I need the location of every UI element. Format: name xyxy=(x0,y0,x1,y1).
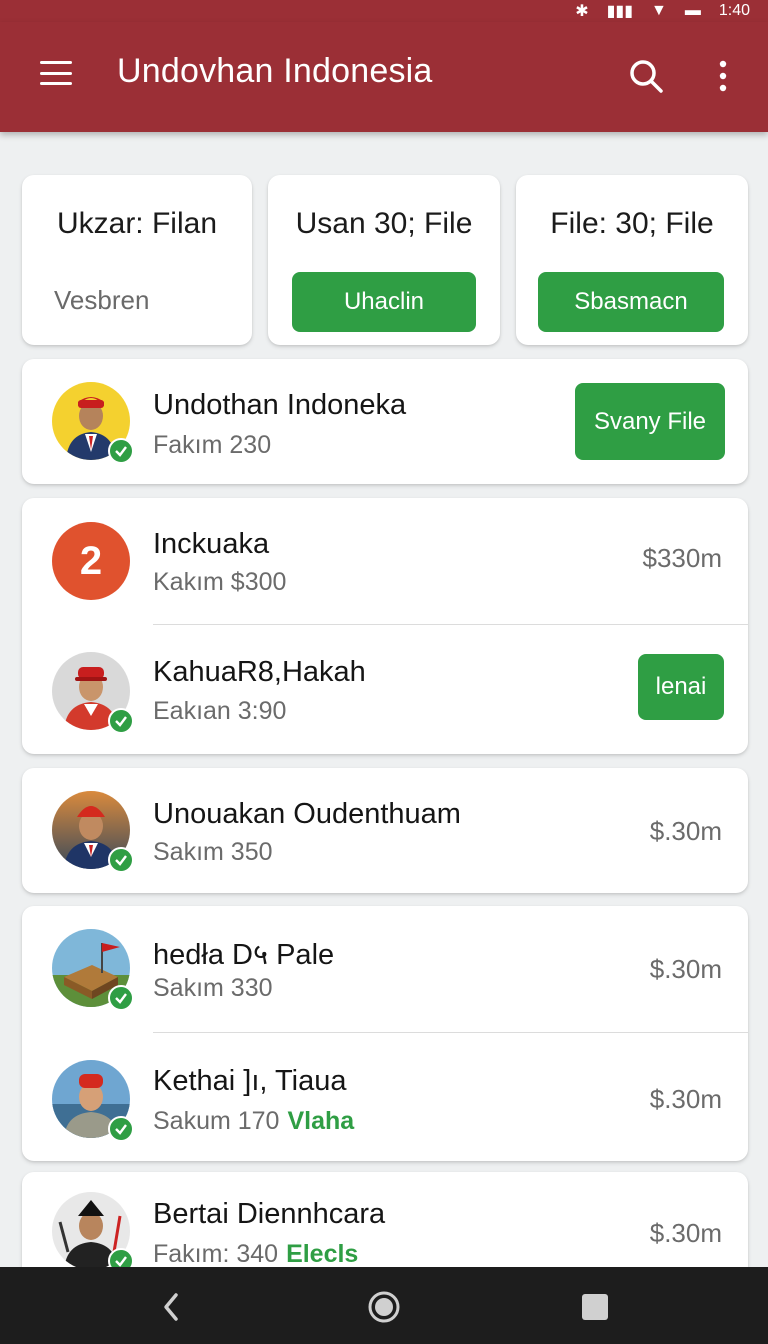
list-item[interactable]: Unouakan Oudenthuam Sakım 350 $.30m xyxy=(22,768,748,893)
item-name: Kethai ]ı, Tiaua xyxy=(153,1065,347,1097)
menu-icon[interactable] xyxy=(38,55,74,91)
item-subtitle: Sakım 330 xyxy=(153,974,273,1002)
item-action-button[interactable]: lenai xyxy=(638,654,724,720)
item-amount: $.30m xyxy=(649,1084,722,1114)
list-item[interactable]: hedła D५ Pale Sakım 330 $.30m xyxy=(22,906,748,1032)
filter-title: Usan 30; File xyxy=(295,207,473,240)
item-subtitle: Kakım $300 xyxy=(153,568,287,596)
list-group-3: hedła D५ Pale Sakım 330 $.30m Kethai ]ı,… xyxy=(22,906,748,1161)
avatar xyxy=(52,929,134,1011)
item-tag: Elecls xyxy=(286,1240,359,1268)
filter-card-2: Usan 30; File Uhaclin xyxy=(268,175,500,345)
item-subtitle: Sakım 350 xyxy=(153,838,273,866)
filter-card-3: File: 30; File Sbasmacn xyxy=(516,175,748,345)
item-amount: $.30m xyxy=(649,1218,722,1248)
avatar xyxy=(52,1192,134,1274)
avatar xyxy=(52,1060,134,1142)
home-icon[interactable] xyxy=(366,1289,402,1325)
avatar xyxy=(52,791,134,873)
list-group-2: Unouakan Oudenthuam Sakım 350 $.30m xyxy=(22,768,748,893)
item-tag: Vlaha xyxy=(287,1107,355,1135)
filter-button[interactable]: Uhaclin xyxy=(292,272,476,332)
item-name: Unouakan Oudenthuam xyxy=(153,798,461,830)
check-icon xyxy=(108,708,134,734)
filter-title: File: 30; File xyxy=(550,207,714,240)
item-amount: $.30m xyxy=(649,954,722,984)
wifi-icon: ▼ xyxy=(651,2,667,19)
more-vert-icon[interactable] xyxy=(712,56,734,96)
list-group-4: Bertai Diennhcara Fakım: 340 Elecls $.30m xyxy=(22,1172,748,1282)
item-name: Bertai Diennhcara xyxy=(153,1198,386,1230)
list-item[interactable]: KahuaR8,Hakah Eakıan 3:90 lenai xyxy=(22,625,748,754)
battery-icon: ▬ xyxy=(684,2,701,19)
filter-subtitle: Vesbren xyxy=(54,285,150,315)
list-item[interactable]: 2 Inckuaka Kakım $300 $330m xyxy=(22,498,748,624)
item-name: Inckuaka xyxy=(153,528,270,560)
number-badge: 2 xyxy=(52,522,130,600)
app-bar: Undovhan Indonesia xyxy=(0,22,768,132)
app-title: Undovhan Indonesia xyxy=(117,52,433,90)
status-time: 1:40 xyxy=(718,2,750,19)
system-nav-bar xyxy=(0,1267,768,1344)
bluetooth-icon: ✱ xyxy=(575,3,589,20)
check-icon xyxy=(108,847,134,873)
item-amount: $.30m xyxy=(649,816,722,846)
item-name: Undothan Indoneka xyxy=(153,389,407,421)
avatar xyxy=(52,382,134,464)
list-item[interactable]: Kethai ]ı, Tiaua Sakum 170 Vlaha $.30m xyxy=(22,1033,748,1161)
filter-title: Ukzar: Filan xyxy=(56,207,218,240)
back-icon[interactable] xyxy=(154,1289,190,1325)
check-icon xyxy=(108,438,134,464)
list-item[interactable]: Bertai Diennhcara Fakım: 340 Elecls $.30m xyxy=(22,1172,748,1282)
check-icon xyxy=(108,1116,134,1142)
signal-icon: ▮▮▮ xyxy=(606,3,634,20)
item-amount: $330m xyxy=(642,543,723,573)
item-subtitle: Eakıan 3:90 xyxy=(153,697,287,725)
search-icon[interactable] xyxy=(626,56,666,96)
item-name: hedła D५ Pale xyxy=(153,939,335,971)
recents-icon[interactable] xyxy=(577,1289,613,1325)
filter-button[interactable]: Sbasmacn xyxy=(538,272,724,332)
status-bar: ✱ ▮▮▮ ▼ ▬ 1:40 xyxy=(0,0,768,22)
list-group-1: 2 Inckuaka Kakım $300 $330m KahuaR8,Haka… xyxy=(22,498,748,754)
badge-number: 2 xyxy=(79,538,103,583)
item-subtitle-text: Sakum 170 xyxy=(153,1107,280,1135)
item-subtitle: Sakum 170 Vlaha xyxy=(153,1107,354,1136)
item-name: KahuaR8,Hakah xyxy=(153,656,366,688)
item-subtitle-text: Fakım: 340 xyxy=(153,1240,279,1268)
item-subtitle: Fakım: 340 Elecls xyxy=(153,1240,358,1269)
check-icon xyxy=(108,985,134,1011)
featured-action-button[interactable]: Svany File xyxy=(575,383,725,460)
avatar xyxy=(52,652,134,734)
filter-card-1[interactable]: Ukzar: Filan Vesbren xyxy=(22,175,252,345)
item-subtitle: Fakım 230 xyxy=(153,431,272,459)
featured-card[interactable]: Undothan Indoneka Fakım 230 Svany File xyxy=(22,359,748,484)
